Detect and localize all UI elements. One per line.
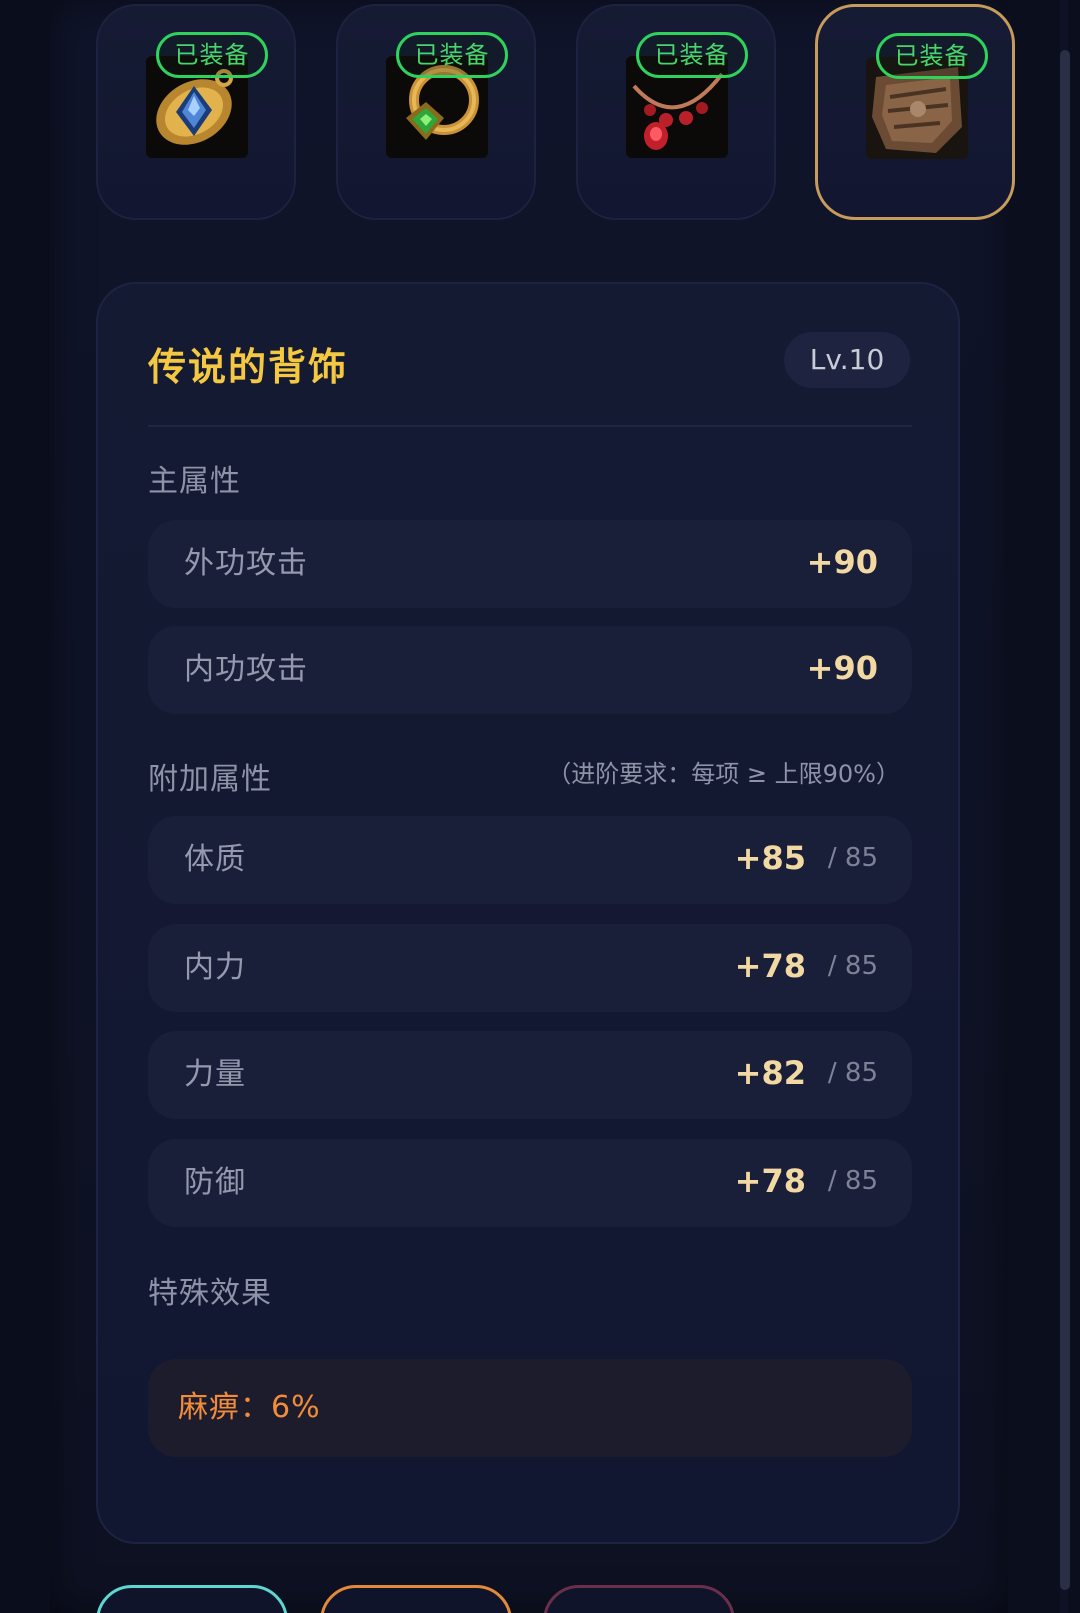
equipment-slot-2[interactable]: 已装备: [336, 4, 536, 220]
special-effect-text: 麻痹：6%: [178, 1390, 321, 1425]
extra-attribute-row: 防御 +78 / 85: [148, 1139, 912, 1227]
advance-requirement-note: （进阶要求：每项 ≥ 上限90%）: [547, 760, 900, 788]
left-edge: [0, 0, 50, 1613]
equipment-screen: 已装备 已装备 已装备 已装备 传说的背饰 Lv.10 主属性 外功攻击 +90…: [0, 0, 1080, 1613]
attribute-value: +90: [806, 649, 878, 687]
attribute-name: 外功攻击: [184, 546, 308, 581]
main-attribute-row: 内功攻击 +90: [148, 626, 912, 714]
equipment-slot-1[interactable]: 已装备: [96, 4, 296, 220]
bottom-action-button-3[interactable]: [543, 1585, 735, 1613]
item-detail-card: 传说的背饰 Lv.10 主属性 外功攻击 +90 内功攻击 +90 附加属性 （…: [96, 282, 960, 1544]
scrollbar[interactable]: [1060, 50, 1070, 1590]
attribute-max: / 85: [827, 1166, 878, 1196]
equipment-slot-4[interactable]: 已装备: [815, 4, 1015, 220]
attribute-name: 内力: [184, 950, 246, 985]
attribute-name: 力量: [184, 1057, 246, 1092]
extra-attributes-label: 附加属性: [148, 762, 272, 797]
attribute-name: 防御: [184, 1165, 246, 1200]
bottom-action-button-2[interactable]: [320, 1585, 512, 1613]
equipment-slot-3[interactable]: 已装备: [576, 4, 776, 220]
special-effects-label: 特殊效果: [148, 1276, 272, 1311]
attribute-max: / 85: [827, 951, 878, 981]
attribute-value: +82: [734, 1054, 806, 1092]
equipped-badge: 已装备: [636, 32, 748, 78]
extra-attribute-row: 力量 +82 / 85: [148, 1031, 912, 1119]
extra-attribute-row: 内力 +78 / 85: [148, 924, 912, 1012]
attribute-name: 体质: [184, 842, 246, 877]
bottom-action-button-1[interactable]: [96, 1585, 288, 1613]
extra-attribute-row: 体质 +85 / 85: [148, 816, 912, 904]
special-effect-row: 麻痹：6%: [148, 1359, 912, 1457]
attribute-value: +78: [734, 1162, 806, 1200]
attribute-max: / 85: [827, 843, 878, 873]
main-attributes-label: 主属性: [148, 464, 241, 499]
level-badge: Lv.10: [784, 332, 910, 388]
attribute-value: +78: [734, 947, 806, 985]
attribute-name: 内功攻击: [184, 652, 308, 687]
main-attribute-row: 外功攻击 +90: [148, 520, 912, 608]
attribute-value: +85: [734, 839, 806, 877]
divider: [148, 425, 912, 427]
item-title: 传说的背饰: [148, 345, 349, 389]
equipped-badge: 已装备: [876, 33, 988, 79]
attribute-max: / 85: [827, 1058, 878, 1088]
equipped-badge: 已装备: [156, 32, 268, 78]
attribute-value: +90: [806, 543, 878, 581]
equipped-badge: 已装备: [396, 32, 508, 78]
